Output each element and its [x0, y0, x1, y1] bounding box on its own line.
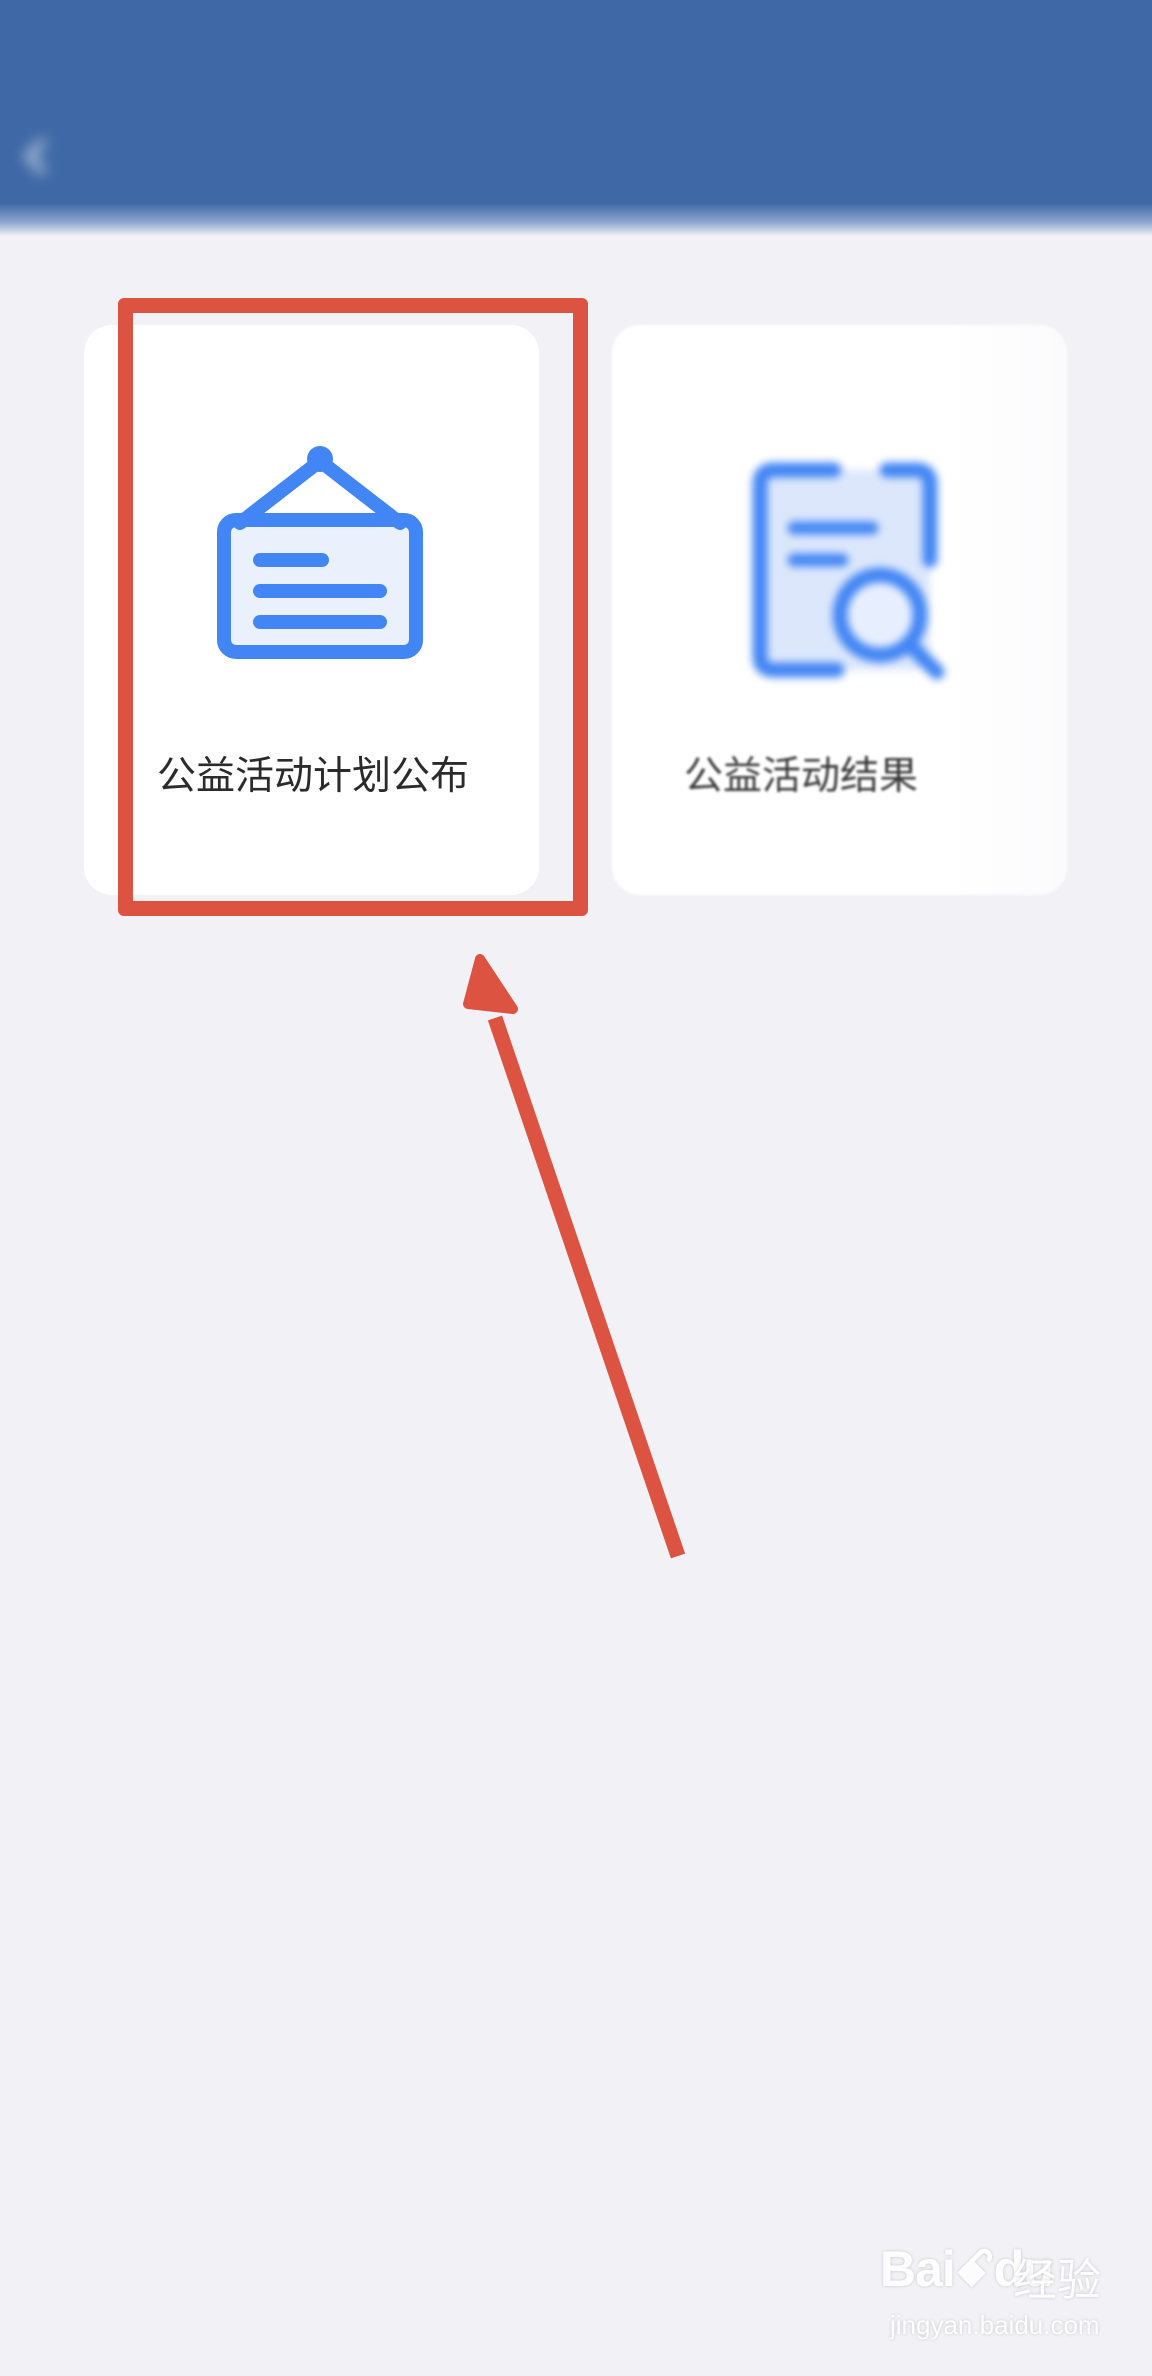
- watermark-domain: jingyan.baidu.com: [890, 2310, 1100, 2340]
- document-search-icon: [752, 462, 945, 680]
- chevron-left-icon: [24, 138, 61, 175]
- back-button[interactable]: [24, 138, 73, 175]
- watermark-chinese: 经验: [1013, 2255, 1101, 2306]
- card-activity-result[interactable]: 公益活动结果: [612, 325, 1067, 895]
- highlight-box: [118, 298, 588, 916]
- app-screen: 公益活动计划公布 公益活动结果 Baiꗃdu 经验 jingyan.baidu.…: [0, 0, 1152, 2376]
- card-edge-fade: [947, 325, 1067, 895]
- top-header: [0, 0, 1152, 236]
- card-label-result: 公益活动结果: [684, 745, 918, 801]
- baidu-watermark: Baiꗃdu 经验 jingyan.baidu.com: [880, 2240, 1130, 2360]
- card-label-result-text: 公益活动结果: [684, 754, 919, 799]
- paw-icon: ꗃ: [954, 2241, 995, 2297]
